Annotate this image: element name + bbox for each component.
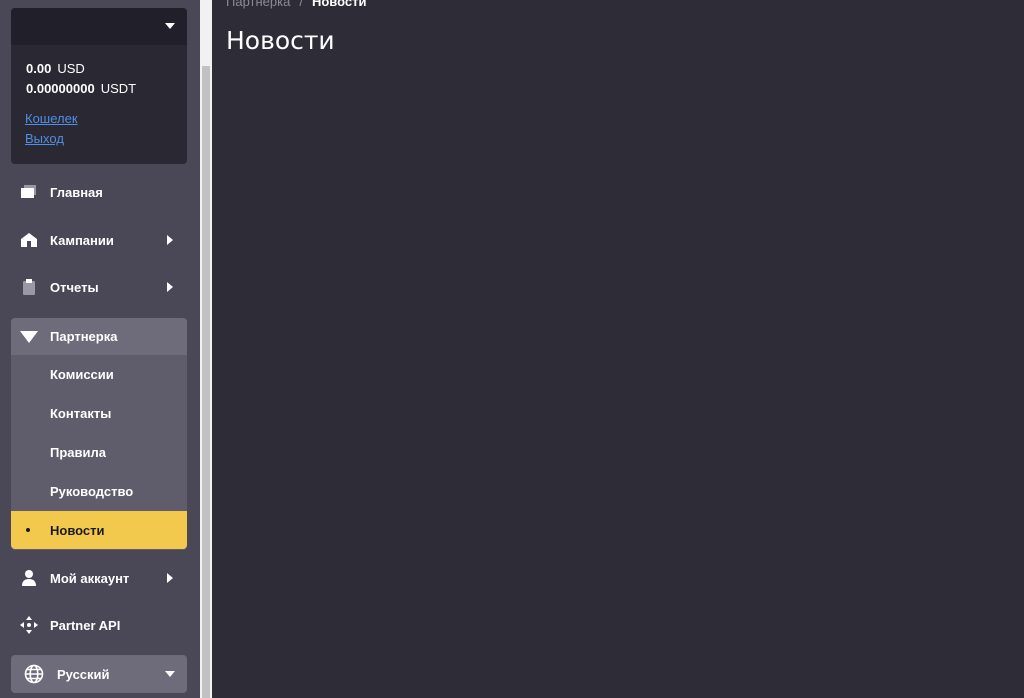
sub-item-news[interactable]: Новости (11, 511, 187, 549)
bullet-icon (26, 528, 30, 532)
clipboard-icon (20, 278, 38, 296)
sub-item-contacts[interactable]: Контакты (11, 394, 187, 432)
home-card-icon (20, 183, 38, 201)
diamond-icon (20, 328, 38, 346)
chevron-right-icon (167, 573, 173, 583)
chevron-down-icon (165, 23, 175, 29)
balance-amount: 0.00000000 (26, 81, 95, 96)
language-label: Русский (57, 666, 110, 682)
nav-item-label: Partner API (50, 617, 121, 633)
sub-item-commissions[interactable]: Комиссии (11, 355, 187, 393)
globe-icon (23, 663, 45, 685)
breadcrumb: Партнерка / Новости (226, 0, 366, 9)
nav-item-label: Мой аккаунт (50, 570, 130, 586)
nav-item-label: Главная (50, 184, 103, 200)
balance-currency: USDT (100, 81, 137, 96)
nav-item-partner[interactable]: Партнерка (11, 318, 187, 355)
balance-usd: 0.00 USD (26, 61, 85, 76)
breadcrumb-separator: / (299, 0, 303, 9)
wallet-link[interactable]: Кошелек (25, 111, 78, 126)
nav-item-campaigns[interactable]: Кампании (11, 221, 187, 259)
account-panel: 0.00 USD 0.00000000 USDT Кошелек Выход (11, 8, 187, 164)
nav-item-my-account[interactable]: Мой аккаунт (11, 559, 187, 597)
page-title: Новости (226, 26, 335, 55)
nav-item-label: Кампании (50, 232, 114, 248)
partner-group: Партнерка Комиссии Контакты Правила Руко… (11, 318, 187, 550)
breadcrumb-current: Новости (311, 0, 367, 9)
nav-item-home[interactable]: Главная (11, 173, 187, 211)
balance-usdt: 0.00000000 USDT (26, 81, 136, 96)
scrollbar-thumb[interactable] (202, 66, 210, 698)
account-selector[interactable] (11, 8, 187, 45)
api-arrows-icon (20, 616, 38, 634)
balance-currency: USD (57, 61, 85, 76)
logout-link[interactable]: Выход (25, 131, 64, 146)
sub-item-label: Новости (50, 522, 105, 538)
chevron-down-icon (165, 671, 175, 677)
chevron-right-icon (167, 235, 173, 245)
sub-item-guide[interactable]: Руководство (11, 472, 187, 510)
user-icon (20, 569, 38, 587)
sub-item-rules[interactable]: Правила (11, 433, 187, 471)
language-selector[interactable]: Русский (11, 655, 187, 693)
nav-item-label: Отчеты (50, 279, 99, 295)
house-icon (20, 231, 38, 249)
sidebar: 0.00 USD 0.00000000 USDT Кошелек Выход Гла… (0, 0, 200, 698)
nav-item-label: Партнерка (50, 329, 118, 344)
nav-item-reports[interactable]: Отчеты (11, 268, 187, 306)
chevron-right-icon (167, 282, 173, 292)
breadcrumb-parent[interactable]: Партнерка (226, 0, 290, 9)
balance-amount: 0.00 (26, 61, 52, 76)
nav-item-partner-api[interactable]: Partner API (11, 606, 187, 644)
